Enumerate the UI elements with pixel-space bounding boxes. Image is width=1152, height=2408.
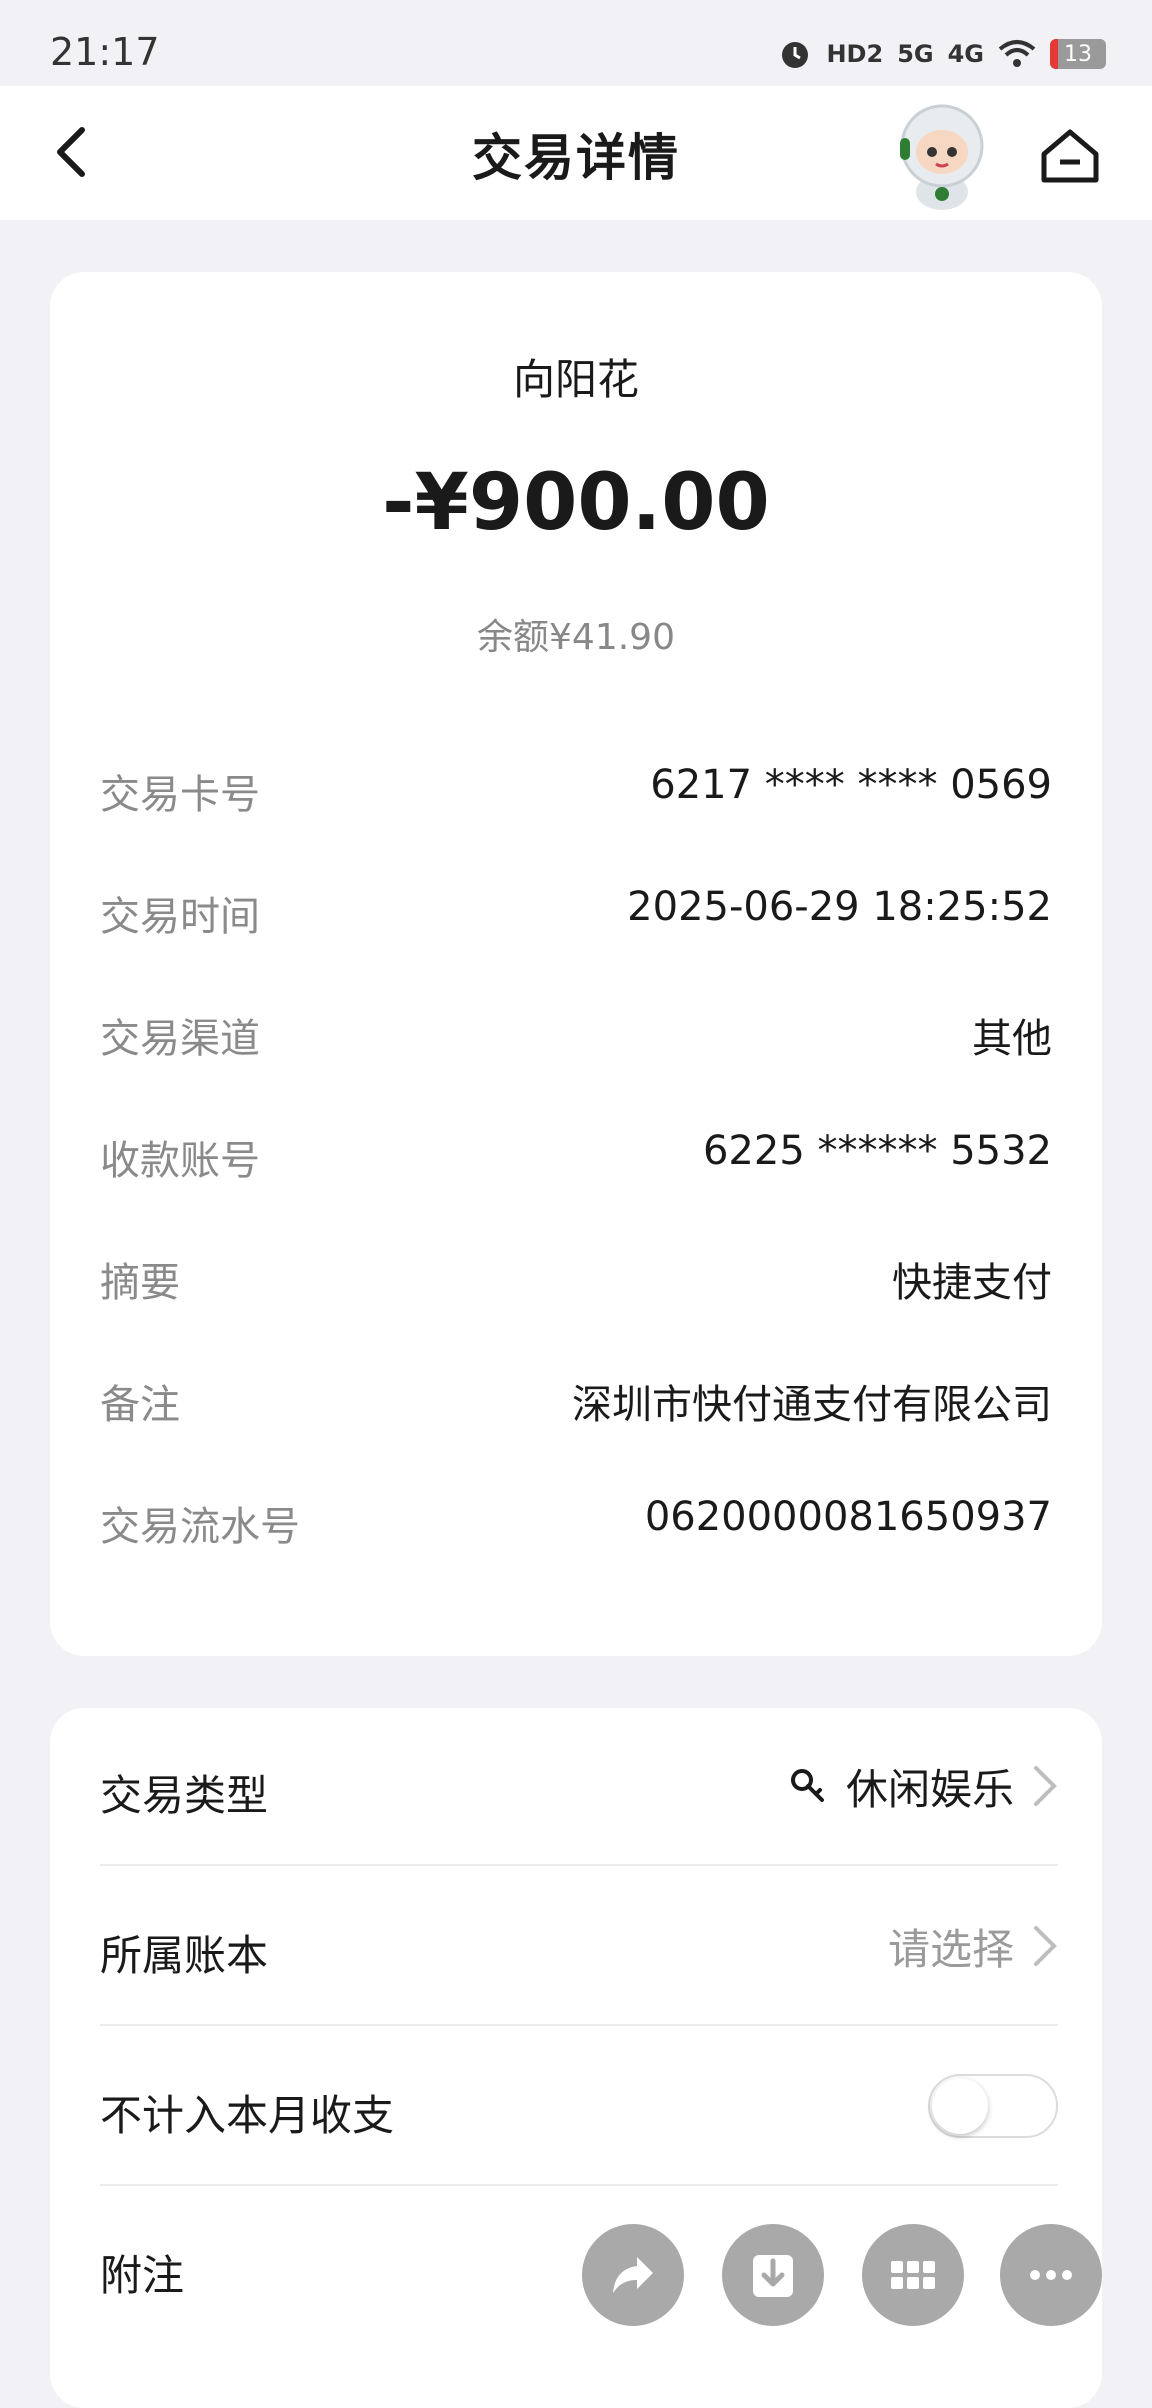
option-label: 附注: [100, 2251, 185, 2300]
apps-grid-icon: [891, 2261, 935, 2289]
option-value: 休闲娱乐: [845, 1764, 1014, 1814]
detail-row-channel: 交易渠道 其他: [100, 1006, 1052, 1066]
status-time: 21:17: [50, 30, 160, 74]
option-label: 不计入本月收支: [100, 2091, 395, 2140]
battery-icon: 13: [1050, 39, 1106, 69]
transaction-type-row[interactable]: 交易类型 休闲娱乐: [100, 1708, 1058, 1866]
option-label: 所属账本: [100, 1931, 269, 1980]
divider: [100, 2024, 1058, 2026]
hd-indicator: HD2: [826, 40, 884, 68]
detail-label: 交易时间: [100, 894, 260, 940]
share-icon: [613, 2257, 653, 2293]
ledger-row[interactable]: 所属账本 请选择: [100, 1868, 1058, 2026]
transaction-detail-card: 向阳花 -¥900.00 余额¥41.90 交易卡号 6217 **** ***…: [50, 272, 1102, 1656]
detail-value: 2025-06-29 18:25:52: [627, 884, 1052, 930]
more-icon: [1030, 2270, 1072, 2280]
wifi-icon: [998, 40, 1036, 67]
chevron-right-icon: [1034, 1926, 1057, 1966]
download-button[interactable]: [722, 2224, 824, 2326]
home-icon[interactable]: [1038, 126, 1102, 186]
detail-row-serial-number: 交易流水号 0620000081650937: [100, 1494, 1052, 1554]
detail-label: 交易渠道: [100, 1016, 260, 1062]
detail-label: 交易卡号: [100, 772, 260, 818]
toggle-knob: [932, 2078, 988, 2134]
divider: [100, 1864, 1058, 1866]
app-header: 交易详情: [0, 86, 1152, 220]
exclude-monthly-row: 不计入本月收支: [100, 2028, 1058, 2186]
detail-row-remark: 备注 深圳市快付通支付有限公司: [100, 1372, 1052, 1432]
signal-4g-icon: 4G: [947, 40, 984, 68]
option-value: 请选择: [887, 1924, 1014, 1974]
detail-label: 收款账号: [100, 1138, 260, 1184]
divider: [100, 2184, 1058, 2186]
detail-label: 备注: [100, 1382, 180, 1428]
download-icon: [753, 2255, 793, 2297]
exclude-monthly-toggle[interactable]: [928, 2074, 1058, 2138]
merchant-name: 向阳花: [512, 355, 639, 404]
detail-value: 0620000081650937: [644, 1494, 1052, 1540]
detail-row-card-number: 交易卡号 6217 **** **** 0569: [100, 762, 1052, 822]
apps-button[interactable]: [862, 2224, 964, 2326]
detail-row-summary: 摘要 快捷支付: [100, 1250, 1052, 1310]
detail-label: 交易流水号: [100, 1504, 300, 1550]
transaction-amount: -¥900.00: [382, 458, 770, 548]
status-indicators: HD2 5G 4G 13: [778, 34, 1106, 74]
detail-label: 摘要: [100, 1260, 180, 1306]
chevron-right-icon: [1034, 1766, 1057, 1806]
account-balance: 余额¥41.90: [477, 617, 675, 658]
detail-value: 6225 ****** 5532: [702, 1128, 1052, 1174]
detail-value: 快捷支付: [892, 1260, 1052, 1306]
share-button[interactable]: [582, 2224, 684, 2326]
detail-row-time: 交易时间 2025-06-29 18:25:52: [100, 884, 1052, 944]
detail-value: 其他: [972, 1016, 1052, 1062]
alarm-icon: [782, 42, 809, 68]
status-bar: 21:17 HD2 5G 4G 13: [0, 0, 1152, 86]
detail-row-payee-account: 收款账号 6225 ****** 5532: [100, 1128, 1052, 1188]
more-button[interactable]: [1000, 2224, 1102, 2326]
detail-value: 6217 **** **** 0569: [650, 762, 1052, 808]
category-tag-icon: [790, 1769, 824, 1802]
option-label: 交易类型: [100, 1771, 269, 1820]
detail-value: 深圳市快付通支付有限公司: [572, 1382, 1052, 1428]
robot-assistant-icon[interactable]: [896, 100, 988, 212]
signal-5g-icon: 5G: [897, 40, 934, 68]
battery-level: 13: [1064, 41, 1092, 67]
